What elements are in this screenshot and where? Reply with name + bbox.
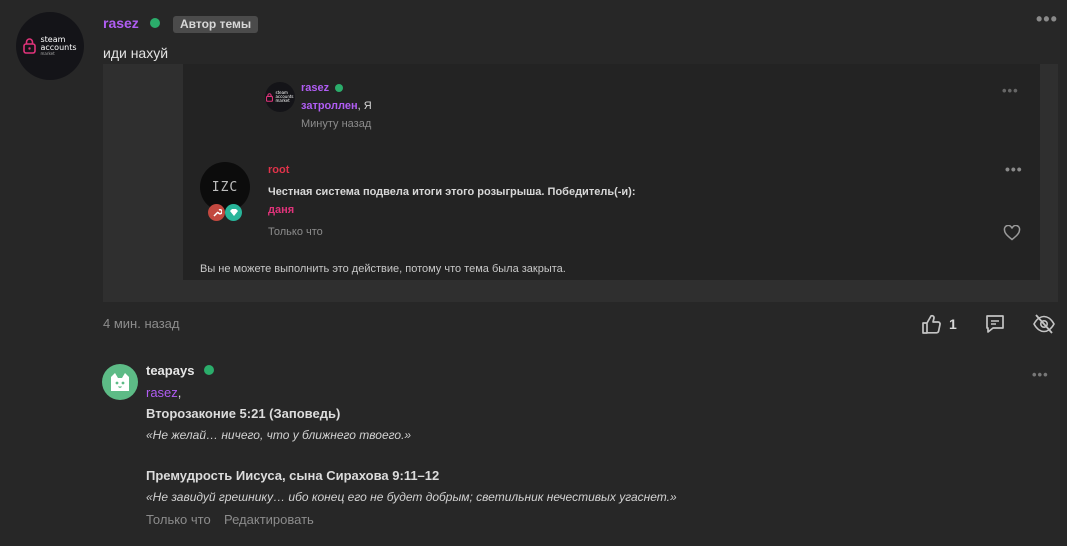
post2-quote-1: «Не желай… ничего, что у ближнего твоего… [146,428,412,442]
winner-name[interactable]: даня [268,204,294,216]
reply-root-time[interactable]: Только что [268,226,323,238]
closed-thread-notice: Вы не можете выполнить это действие, пот… [200,263,566,275]
cat-icon [111,373,129,391]
post-menu-button[interactable]: ••• [1036,10,1058,28]
post-author[interactable]: rasez [103,15,139,31]
avatar-root-text: IZC [211,179,239,195]
avatar-small-line-3: market [275,98,290,103]
author-badge: Автор темы [173,16,259,33]
post2-menu-button[interactable]: ••• [1032,368,1049,381]
reply-author-root[interactable]: root [268,164,289,176]
reply-rasez-menu-button[interactable]: ••• [1002,84,1019,97]
like-icon[interactable] [920,313,942,335]
online-indicator [150,18,160,28]
reply-author-rasez[interactable]: rasez [301,82,329,94]
reply-icon[interactable] [984,313,1006,335]
post-message: иди нахуй [103,45,169,61]
reply-rasez-text: затроллен, Я [301,100,372,112]
post2-mention-line: rasez, [146,385,181,400]
lock-icon-small [266,92,274,102]
post2-mention-suffix: , [177,385,182,400]
post2-author[interactable]: teapays [146,363,194,378]
reply-rasez-time[interactable]: Минуту назад [301,118,371,130]
reply-root-text: Честная система подвела итоги этого розы… [268,186,636,198]
online-indicator-post2 [204,365,214,375]
avatar-line-3: market [40,51,55,56]
avatar-rasez[interactable]: steam accounts market [16,12,84,80]
post2-edit-link[interactable]: Редактировать [224,512,314,527]
post2-mention[interactable]: rasez [146,385,178,400]
diamond-badge-icon [225,204,242,221]
post2-quote-2: «Не завидуй грешнику… ибо конец его не б… [146,490,677,504]
avatar-root[interactable]: IZC [200,162,250,212]
reply-root-menu-button[interactable]: ••• [1005,162,1023,176]
post2-title-1: Второзаконие 5:21 (Заповедь) [146,406,341,421]
mention-link[interactable]: затроллен [301,100,358,112]
like-count: 1 [949,316,957,332]
avatar-rasez-small[interactable]: steam accounts market [265,82,295,112]
post2-time[interactable]: Только что [146,512,211,527]
hide-eye-icon[interactable] [1032,313,1056,335]
heart-icon[interactable] [1003,225,1021,241]
online-indicator-reply [335,84,343,92]
comments-inner [183,64,1040,280]
post2-title-2: Премудрость Иисуса, сына Сирахова 9:11–1… [146,468,440,483]
lock-icon [23,38,37,54]
thread-view: steam accounts market rasez Автор темы •… [0,0,1067,546]
reply-rasez-suffix: , Я [357,100,372,112]
avatar-teapays[interactable] [102,364,138,400]
post-time[interactable]: 4 мин. назад [103,316,179,331]
wrench-badge-icon [208,204,225,221]
